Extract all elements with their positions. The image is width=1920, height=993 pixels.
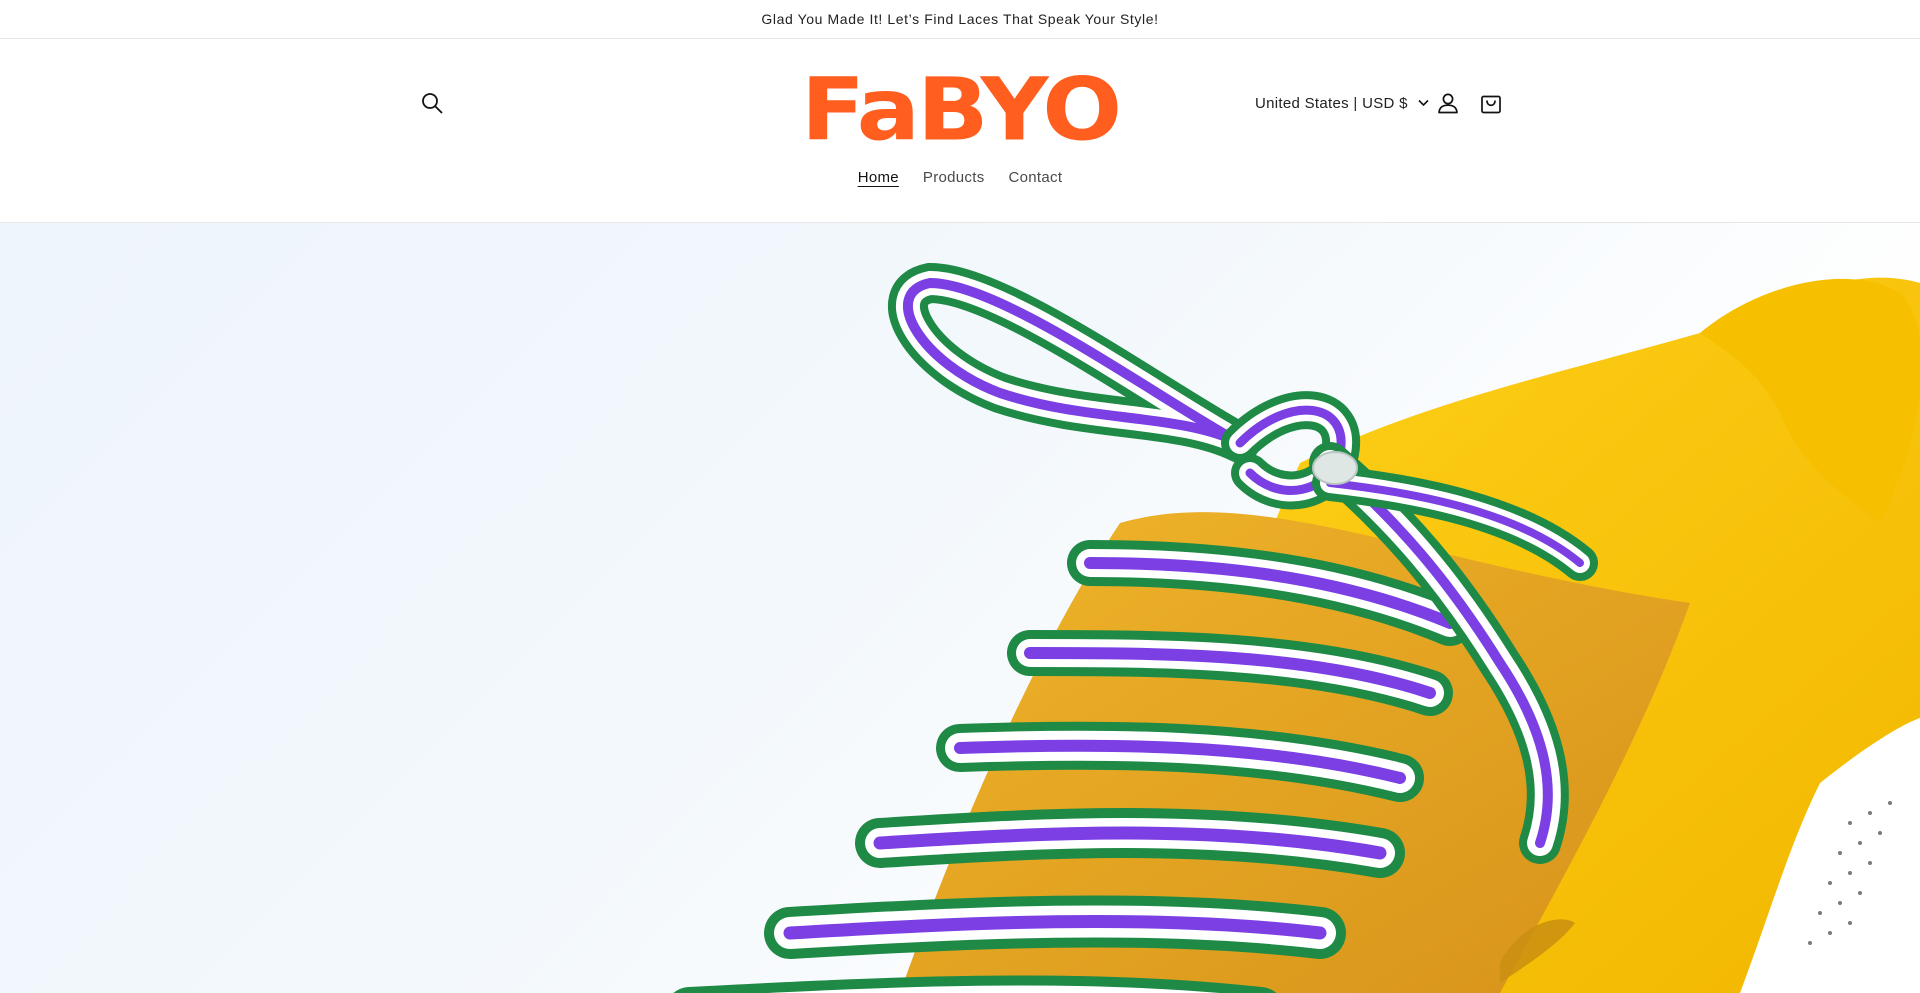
- nav-item-contact[interactable]: Contact: [1009, 169, 1063, 186]
- hero-shoe-laces-image: [673, 262, 1920, 993]
- announcement-text: Glad You Made It! Let’s Find Laces That …: [761, 11, 1159, 27]
- main-nav: Home Products Contact: [0, 169, 1920, 186]
- nav-item-home[interactable]: Home: [858, 169, 899, 186]
- account-button[interactable]: [1428, 83, 1468, 123]
- logo-text: FaBYO: [800, 60, 1122, 161]
- search-button[interactable]: [412, 83, 452, 123]
- nav-item-products[interactable]: Products: [923, 169, 985, 186]
- currency-selector[interactable]: United States | USD $: [1255, 86, 1429, 120]
- site-header: FaBYO United States | USD $ Home Product…: [0, 39, 1920, 223]
- bag-icon: [1481, 95, 1501, 114]
- cart-button[interactable]: [1471, 83, 1511, 123]
- site-logo[interactable]: FaBYO: [800, 60, 1122, 161]
- announcement-bar: Glad You Made It! Let’s Find Laces That …: [0, 0, 1920, 39]
- hero-banner: [0, 223, 1920, 993]
- user-icon: [1438, 93, 1458, 114]
- search-icon: [422, 93, 443, 114]
- currency-label: United States | USD $: [1255, 94, 1408, 112]
